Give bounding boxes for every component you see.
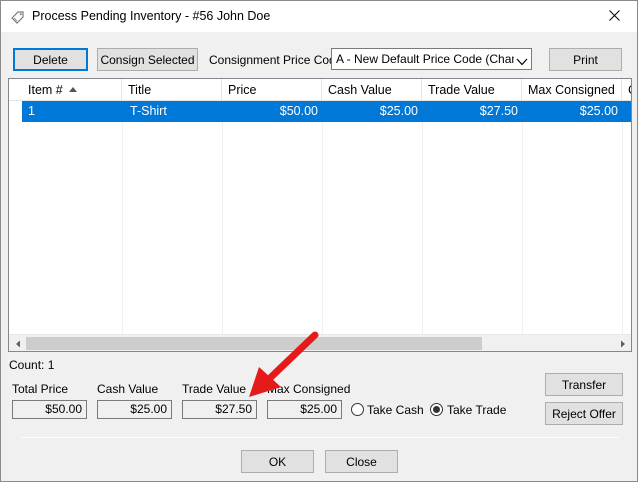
transfer-button[interactable]: Transfer	[545, 373, 623, 396]
total-price-field: $50.00	[12, 400, 87, 419]
cash-value-label: Cash Value	[97, 382, 159, 396]
inventory-grid[interactable]: Item # Title Price Cash Value Trade Valu…	[8, 78, 632, 352]
sort-ascending-icon	[68, 87, 77, 93]
tag-icon	[10, 9, 26, 25]
trade-value-field: $27.50	[182, 400, 257, 419]
column-header-partial[interactable]: C	[622, 79, 631, 101]
max-consigned-label: Max Consigned	[267, 382, 351, 396]
take-cash-radio[interactable]	[351, 403, 364, 416]
separator	[21, 437, 619, 438]
column-header-title[interactable]: Title	[122, 79, 222, 101]
price-code-select[interactable]: A - New Default Price Code (Changed	[331, 48, 532, 70]
column-header-item[interactable]: Item #	[22, 79, 122, 101]
take-trade-radio[interactable]	[430, 403, 443, 416]
table-row[interactable]: 1 T-Shirt $50.00 $25.00 $27.50 $25.00	[22, 101, 631, 122]
scroll-thumb[interactable]	[26, 337, 482, 350]
column-header-max-consigned[interactable]: Max Consigned	[522, 79, 622, 101]
consign-selected-button[interactable]: Consign Selected	[97, 48, 198, 71]
close-window-button[interactable]	[591, 1, 637, 32]
scroll-right-icon[interactable]	[614, 335, 631, 351]
grid-column-divider	[522, 122, 523, 334]
grid-column-divider	[622, 122, 623, 334]
item-count: Count: 1	[9, 358, 55, 372]
print-button[interactable]: Print	[549, 48, 622, 71]
total-price-label: Total Price	[12, 382, 69, 396]
cell-trade-value: $27.50	[479, 104, 518, 118]
window-title: Process Pending Inventory - #56 John Doe	[32, 9, 271, 23]
grid-column-divider	[222, 122, 223, 334]
cell-cash-value: $25.00	[379, 104, 418, 118]
price-code-label: Consignment Price Code	[209, 53, 343, 67]
delete-button[interactable]: Delete	[13, 48, 88, 71]
close-icon	[608, 9, 620, 24]
price-code-value: A - New Default Price Code (Changed	[336, 52, 514, 66]
title-bar: Process Pending Inventory - #56 John Doe	[1, 1, 637, 32]
cash-value-field: $25.00	[97, 400, 172, 419]
column-header-cash-value[interactable]: Cash Value	[322, 79, 422, 101]
dialog-window: Process Pending Inventory - #56 John Doe…	[0, 0, 638, 482]
column-header-trade-value[interactable]: Trade Value	[422, 79, 522, 101]
chevron-down-icon	[516, 55, 528, 66]
trade-value-label: Trade Value	[182, 382, 247, 396]
cell-max-consigned: $25.00	[579, 104, 618, 118]
column-header-price[interactable]: Price	[222, 79, 322, 101]
cell-title: T-Shirt	[130, 104, 167, 118]
grid-header: Item # Title Price Cash Value Trade Valu…	[9, 79, 631, 101]
take-trade-label[interactable]: Take Trade	[447, 403, 506, 417]
reject-offer-button[interactable]: Reject Offer	[545, 402, 623, 425]
ok-button[interactable]: OK	[241, 450, 314, 473]
grid-column-divider	[422, 122, 423, 334]
cell-price: $50.00	[279, 104, 318, 118]
take-cash-label[interactable]: Take Cash	[367, 403, 424, 417]
cell-item: 1	[28, 104, 35, 118]
close-button[interactable]: Close	[325, 450, 398, 473]
grid-column-divider	[322, 122, 323, 334]
max-consigned-field: $25.00	[267, 400, 342, 419]
horizontal-scrollbar[interactable]	[9, 334, 631, 351]
scroll-left-icon[interactable]	[9, 335, 26, 351]
grid-column-divider	[122, 122, 123, 334]
